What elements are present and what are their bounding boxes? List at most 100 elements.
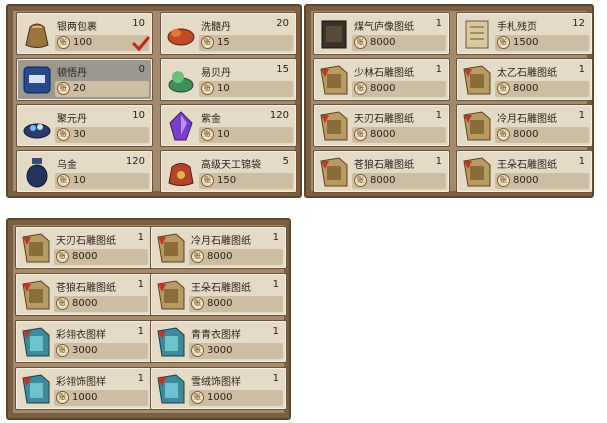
item-name: 彩翎饰图样 <box>56 377 106 388</box>
currency-icon: 账 <box>57 36 70 49</box>
manuscript-icon <box>460 17 494 51</box>
item-price: 8000 <box>72 251 98 262</box>
shop-item-card[interactable]: 冷月石雕图纸 1 账 8000 <box>150 226 287 269</box>
item-price: 8000 <box>513 83 539 94</box>
item-price: 8000 <box>370 175 396 186</box>
shop-item-card[interactable]: 太乙石雕图纸 1 账 8000 <box>456 58 593 101</box>
price-row: 账 30 <box>55 127 149 143</box>
item-name: 银两包裹 <box>57 22 97 33</box>
item-name: 手札残页 <box>497 22 537 33</box>
tan-book-icon <box>460 155 494 189</box>
shop-item-card[interactable]: 煤气庐像图纸 1 账 8000 <box>313 12 450 55</box>
item-name: 紫金 <box>201 114 221 125</box>
item-quantity: 1 <box>578 64 585 75</box>
item-name: 洗髓丹 <box>201 22 231 33</box>
dark-book-icon <box>317 17 351 51</box>
shop-item-card[interactable]: 天刃石雕图纸 1 账 8000 <box>15 226 152 269</box>
shop-item-card[interactable]: 冷月石雕图纸 1 账 8000 <box>456 104 593 147</box>
currency-icon: 账 <box>497 174 510 187</box>
shop-item-card[interactable]: 洗髓丹 20 账 15 <box>160 12 297 55</box>
item-price: 10 <box>217 83 230 94</box>
item-price: 8000 <box>370 129 396 140</box>
item-quantity: 1 <box>137 232 144 243</box>
item-quantity: 1 <box>272 373 279 384</box>
item-quantity: 15 <box>276 64 289 75</box>
purple-crystal-icon <box>164 109 198 143</box>
item-price: 8000 <box>513 175 539 186</box>
currency-icon: 账 <box>57 128 70 141</box>
item-price: 150 <box>217 175 237 186</box>
currency-icon: 账 <box>56 391 69 404</box>
shop-item-card[interactable]: 银两包裹 10 账 100 <box>16 12 153 55</box>
shop-item-card[interactable]: 苍狼石雕图纸 1 账 8000 <box>15 273 152 316</box>
item-name: 苍狼石雕图纸 <box>354 160 414 171</box>
item-quantity: 10 <box>132 110 145 121</box>
item-price: 30 <box>73 129 86 140</box>
tan-book-icon <box>460 109 494 143</box>
currency-icon: 账 <box>354 174 367 187</box>
item-name: 乌金 <box>57 160 77 171</box>
shop-item-card[interactable]: 天刃石雕图纸 1 账 8000 <box>313 104 450 147</box>
shop-item-card[interactable]: 高级天工锦袋 5 账 150 <box>160 150 297 193</box>
item-quantity: 1 <box>137 279 144 290</box>
item-quantity: 1 <box>578 110 585 121</box>
price-row: 账 8000 <box>352 127 446 143</box>
item-price: 8000 <box>513 129 539 140</box>
shop-item-card[interactable]: 彩翎衣图样 1 账 3000 <box>15 320 152 363</box>
currency-icon: 账 <box>354 128 367 141</box>
item-quantity: 1 <box>137 326 144 337</box>
shop-item-card[interactable]: 彩翎饰图样 1 账 1000 <box>15 367 152 410</box>
item-name: 王朵石雕图纸 <box>191 283 251 294</box>
currency-icon: 账 <box>497 82 510 95</box>
price-row: 账 8000 <box>54 296 148 312</box>
tan-book-icon <box>19 231 53 265</box>
dark-jar-icon <box>20 155 54 189</box>
price-row: 账 1000 <box>54 390 148 406</box>
price-row: 账 3000 <box>54 343 148 359</box>
shop-item-card[interactable]: 王朵石雕图纸 1 账 8000 <box>456 150 593 193</box>
price-row: 账 8000 <box>189 296 283 312</box>
tan-book-icon <box>154 278 188 312</box>
item-name: 彩翎衣图样 <box>56 330 106 341</box>
currency-icon: 账 <box>191 391 204 404</box>
item-price: 100 <box>73 37 93 48</box>
price-row: 账 8000 <box>189 249 283 265</box>
price-row: 账 1000 <box>189 390 283 406</box>
item-name: 少林石雕图纸 <box>354 68 414 79</box>
price-row: 账 8000 <box>352 173 446 189</box>
tan-book-icon <box>317 63 351 97</box>
shop-item-card[interactable]: 雪绒饰图样 1 账 1000 <box>150 367 287 410</box>
shop-item-card[interactable]: 顿悟丹 0 账 20 <box>16 58 153 101</box>
price-row: 账 1500 <box>495 35 589 51</box>
item-quantity: 1 <box>435 156 442 167</box>
shop-item-card[interactable]: 乌金 120 账 10 <box>16 150 153 193</box>
shop-item-card[interactable]: 手札残页 12 账 1500 <box>456 12 593 55</box>
item-quantity: 1 <box>578 156 585 167</box>
price-row: 账 8000 <box>352 35 446 51</box>
shop-item-card[interactable]: 苍狼石雕图纸 1 账 8000 <box>313 150 450 193</box>
tan-book-icon <box>154 231 188 265</box>
gem-bowl-icon <box>20 109 54 143</box>
item-quantity: 12 <box>572 18 585 29</box>
currency-icon: 账 <box>354 36 367 49</box>
currency-icon: 账 <box>497 36 510 49</box>
red-herb-icon <box>164 17 198 51</box>
item-quantity: 120 <box>125 156 145 167</box>
shop-item-card[interactable]: 易贝丹 15 账 10 <box>160 58 297 101</box>
shop-item-card[interactable]: 紫金 120 账 10 <box>160 104 297 147</box>
item-quantity: 10 <box>132 18 145 29</box>
item-price: 8000 <box>207 298 233 309</box>
item-name: 太乙石雕图纸 <box>497 68 557 79</box>
shop-panel-blueprints: 煤气庐像图纸 1 账 8000 手札残页 12 账 1500 少林石雕图纸 1 账 8000 太乙石雕图… <box>304 4 594 198</box>
shop-item-card[interactable]: 青青衣图样 1 账 3000 <box>150 320 287 363</box>
shop-item-card[interactable]: 少林石雕图纸 1 账 8000 <box>313 58 450 101</box>
item-name: 天刃石雕图纸 <box>354 114 414 125</box>
price-row: 账 10 <box>199 127 293 143</box>
checkmark-icon <box>132 36 150 52</box>
shop-item-card[interactable]: 王朵石雕图纸 1 账 8000 <box>150 273 287 316</box>
shop-item-card[interactable]: 聚元丹 10 账 30 <box>16 104 153 147</box>
item-quantity: 1 <box>272 232 279 243</box>
price-row: 账 8000 <box>352 81 446 97</box>
item-quantity: 1 <box>272 279 279 290</box>
item-quantity: 1 <box>435 110 442 121</box>
